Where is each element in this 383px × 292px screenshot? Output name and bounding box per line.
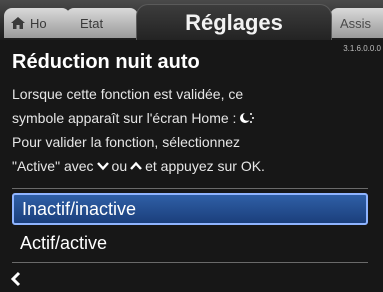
home-icon <box>11 17 25 29</box>
divider <box>12 262 368 263</box>
tab-reglages[interactable]: Réglages <box>136 4 332 40</box>
description-line: symbole apparaît sur l'écran Home : <box>12 106 382 130</box>
description-line-4-prefix: "Active" avec <box>12 158 94 174</box>
option-label: Actif/active <box>20 232 108 253</box>
tab-etat[interactable]: Etat <box>66 8 138 38</box>
device-screen: Ho Etat Assis Réglages 3.1.6.0.0.0 Réduc… <box>0 0 383 292</box>
tab-home-label: Ho <box>30 15 47 31</box>
description-line-1: Lorsque cette fonction est validée, ce <box>12 86 244 102</box>
option-label: Inactif/inactive <box>22 198 137 219</box>
settings-panel: Réduction nuit auto Lorsque cette foncti… <box>0 40 383 292</box>
description-line-4-suffix: et appuyez sur OK. <box>145 158 265 174</box>
chevron-down-icon <box>96 162 109 171</box>
tab-assist[interactable]: Assis <box>330 8 383 38</box>
option-list: Inactif/inactive Actif/active <box>12 188 368 259</box>
description-line: Lorsque cette fonction est validée, ce <box>12 82 382 106</box>
chevron-up-icon <box>130 161 142 170</box>
option-active[interactable]: Actif/active <box>12 227 368 259</box>
night-setback-icon <box>240 112 255 123</box>
version-number: 3.1.6.0.0.0 <box>343 44 381 53</box>
description-line-3: Pour valider la fonction, sélectionnez <box>12 134 241 150</box>
tab-reglages-label: Réglages <box>185 9 283 35</box>
tab-bar: Ho Etat Assis Réglages <box>0 0 383 40</box>
description-line: Pour valider la fonction, sélectionnez <box>12 130 382 154</box>
tab-assist-label: Assis <box>340 15 372 31</box>
option-inactive[interactable]: Inactif/inactive <box>12 193 368 225</box>
description-text: Lorsque cette fonction est validée, ce s… <box>12 82 382 178</box>
tab-home[interactable]: Ho <box>4 8 70 38</box>
page-title: Réduction nuit auto <box>12 51 200 73</box>
description-line-4-middle: ou <box>111 158 128 174</box>
tab-etat-label: Etat <box>80 15 104 31</box>
description-line-2: symbole apparaît sur l'écran Home : <box>12 110 237 126</box>
description-line: "Active" avec ou et appuyez sur OK. <box>12 154 382 178</box>
chevron-left-icon[interactable] <box>8 271 24 287</box>
